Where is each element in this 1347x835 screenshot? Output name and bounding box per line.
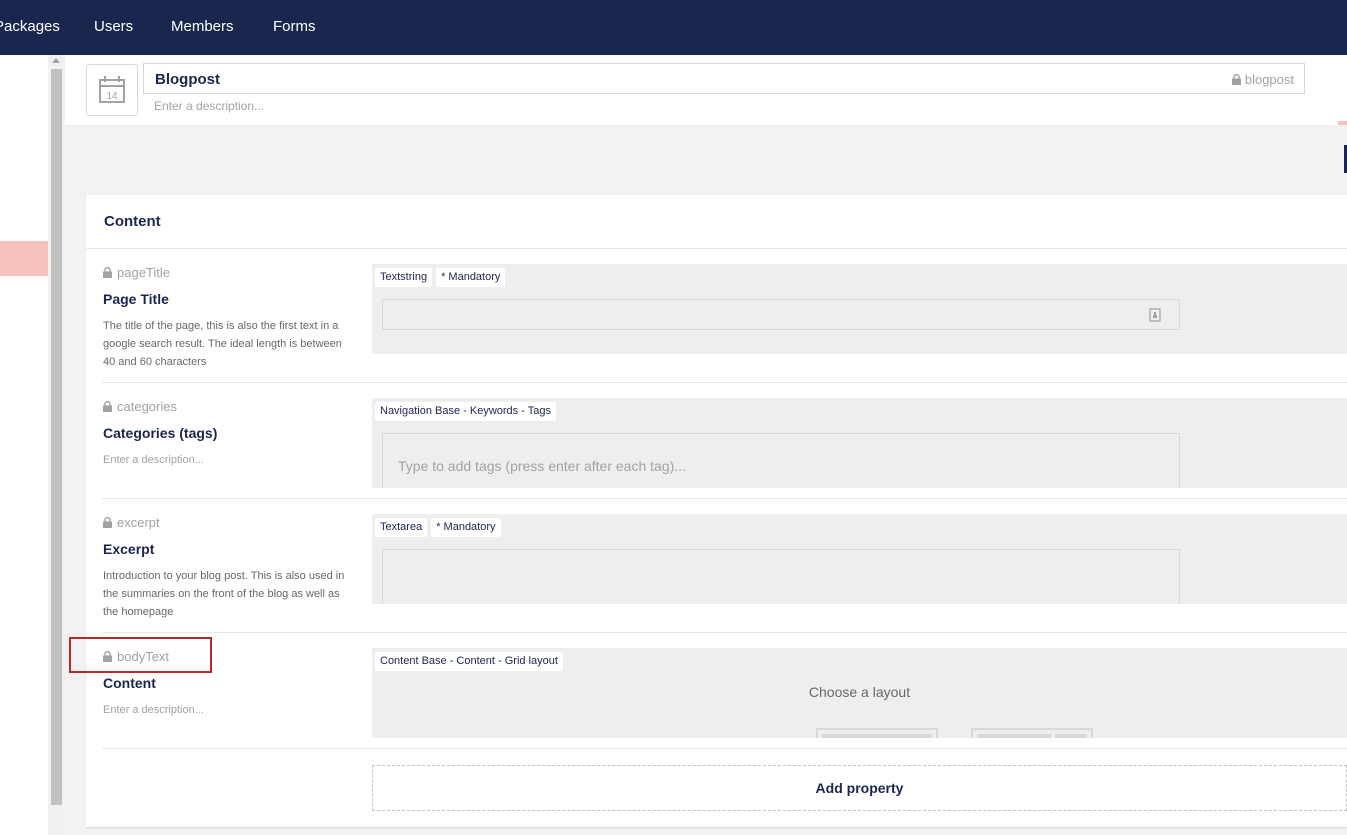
property-editor-preview[interactable]: Navigation Base - Keywords - Tags Type t… [372,398,1347,488]
editor-type-tag: Textarea [375,518,428,537]
property-description: Introduction to your blog post. This is … [103,570,345,618]
property-editor-preview[interactable]: Textarea * Mandatory [372,514,1347,604]
scroll-up-arrow-icon[interactable] [52,58,60,63]
property-alias[interactable]: categories [103,399,177,414]
doc-type-name: Blogpost [155,71,220,88]
calendar-icon: 14 [99,76,125,103]
nav-item-users[interactable]: Users [94,18,133,35]
property-description: The title of the page, this is also the … [103,320,342,368]
group-title[interactable]: Content [104,213,161,230]
property-label: Page Title [103,291,169,307]
layout-column [1055,734,1087,738]
focus-highlight-outline [69,637,212,673]
lock-icon [103,516,112,528]
doc-type-description-input[interactable]: Enter a description... [154,99,264,113]
tree-scrollbar[interactable] [49,55,64,835]
doc-type-name-input[interactable]: Blogpost blogpost [143,63,1305,94]
property-alias-text: categories [117,399,177,414]
property-row-bodytext[interactable]: bodyText Content Enter a description... … [102,648,1347,749]
property-alias[interactable]: pageTitle [103,265,170,280]
property-group-content: Content pageTitle Page Title The title o… [86,195,1347,827]
mandatory-tag: * Mandatory [431,518,501,537]
property-description: Enter a description... [103,704,204,716]
doc-type-alias[interactable]: blogpost [1231,72,1294,87]
password-manager-icon [1149,308,1161,322]
right-panel-highlight [1338,121,1347,125]
doc-type-icon-picker[interactable]: 14 [86,64,138,116]
tags-preview-input: Type to add tags (press enter after each… [382,433,1180,488]
property-row-pagetitle[interactable]: pageTitle Page Title The title of the pa… [102,264,1347,383]
calendar-day-text: 14 [106,91,118,102]
property-row-categories[interactable]: categories Categories (tags) Enter a des… [102,398,1347,499]
property-description: Enter a description... [103,454,204,466]
lock-icon [103,400,112,412]
property-editor-preview[interactable]: Textstring * Mandatory [372,264,1347,354]
group-divider [86,248,1347,249]
lock-icon [1231,73,1241,85]
nav-item-forms[interactable]: Forms [273,18,316,35]
property-alias[interactable]: excerpt [103,515,160,530]
choose-layout-label: Choose a layout [808,684,911,700]
editor-type-tag: Content Base - Content - Grid layout [375,652,563,671]
editor-header: 14 Blogpost blogpost Enter a description… [65,55,1328,126]
tree-panel [0,55,48,835]
right-panel-edge [1328,55,1347,125]
property-alias-text: pageTitle [117,265,170,280]
layout-option[interactable] [971,728,1093,738]
nav-item-packages[interactable]: Packages [0,18,60,35]
property-label: Excerpt [103,541,155,557]
layout-option[interactable] [816,728,938,738]
doc-type-alias-text: blogpost [1244,72,1294,87]
layout-column [977,734,1051,738]
scrollbar-thumb[interactable] [51,69,62,805]
lock-icon [103,266,112,278]
textstring-preview-input [382,299,1180,330]
mandatory-tag: * Mandatory [436,268,506,287]
editor-type-tag: Navigation Base - Keywords - Tags [375,402,556,421]
textarea-preview-input [382,549,1180,604]
tags-input-placeholder: Type to add tags (press enter after each… [398,458,686,474]
property-label: Categories (tags) [103,425,218,441]
layout-column [822,734,932,738]
property-row-excerpt[interactable]: excerpt Excerpt Introduction to your blo… [102,514,1347,633]
editor-type-tag: Textstring [375,268,433,287]
top-navigation: Packages Users Members Forms [0,0,1347,55]
nav-item-members[interactable]: Members [171,18,234,35]
add-property-button[interactable]: Add property [372,765,1347,811]
property-label: Content [103,675,156,691]
property-alias-text: excerpt [117,515,160,530]
tree-item-selected[interactable] [0,241,48,276]
property-editor-preview[interactable]: Content Base - Content - Grid layout Cho… [372,648,1347,738]
